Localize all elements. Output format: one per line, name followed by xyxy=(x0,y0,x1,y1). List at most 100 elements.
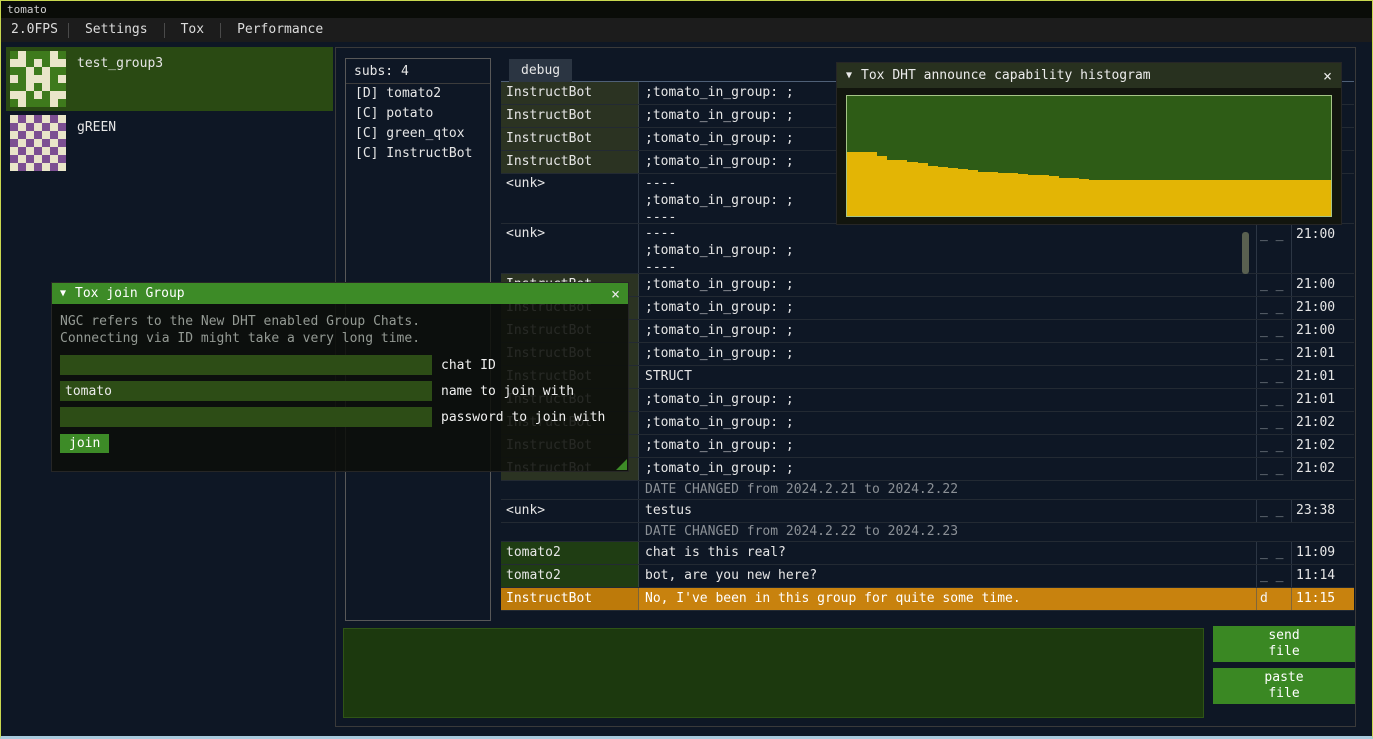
message-input[interactable] xyxy=(343,628,1204,718)
histogram-bar xyxy=(1180,180,1190,216)
join-group-body: NGC refers to the New DHT enabled Group … xyxy=(52,304,628,471)
message-text: bot, are you new here? xyxy=(639,565,1257,587)
member-item[interactable]: [C] InstructBot xyxy=(346,144,490,164)
join-group-window: ▼ Tox join Group × NGC refers to the New… xyxy=(51,282,629,472)
close-icon[interactable]: × xyxy=(611,285,620,303)
histogram-bar xyxy=(1099,180,1109,216)
delivery-flags: _ _ xyxy=(1257,389,1292,411)
histogram-bar xyxy=(928,166,938,216)
sender-name: InstructBot xyxy=(501,151,639,173)
chat-scrollbar-thumb[interactable] xyxy=(1242,232,1249,274)
group-name: test_group3 xyxy=(77,56,163,71)
delivery-flags: _ _ xyxy=(1257,500,1292,522)
timestamp: 21:01 xyxy=(1292,366,1351,388)
join-name-label: name to join with xyxy=(441,384,574,399)
sender-name: InstructBot xyxy=(501,82,639,104)
timestamp: 11:14 xyxy=(1292,565,1351,587)
delivery-flags: _ _ xyxy=(1257,224,1292,273)
histogram-bar xyxy=(1240,180,1250,216)
message-text: chat is this real? xyxy=(639,542,1257,564)
message-text: ----;tomato_in_group: ;---- xyxy=(639,224,1257,273)
timestamp: 11:09 xyxy=(1292,542,1351,564)
join-password-label: password to join with xyxy=(441,410,605,425)
histogram-bar xyxy=(1059,178,1069,216)
delivery-flags: _ _ xyxy=(1257,274,1292,296)
message-text: ;tomato_in_group: ; xyxy=(639,274,1257,296)
histogram-bar xyxy=(1089,180,1099,216)
sender-name: tomato2 xyxy=(501,542,639,564)
timestamp: 21:02 xyxy=(1292,458,1351,480)
dht-histogram-titlebar[interactable]: ▼ Tox DHT announce capability histogram … xyxy=(837,63,1341,88)
menu-item-settings[interactable]: Settings xyxy=(69,18,164,42)
message-row[interactable]: tomato2bot, are you new here?_ _11:14 xyxy=(501,565,1354,588)
menu-item-performance[interactable]: Performance xyxy=(221,18,339,42)
collapse-arrow-icon[interactable]: ▼ xyxy=(60,288,66,299)
member-item[interactable]: [C] potato xyxy=(346,104,490,124)
menu-item-tox[interactable]: Tox xyxy=(165,18,220,42)
histogram-bar xyxy=(907,162,917,216)
histogram-bar xyxy=(1321,180,1331,216)
histogram-bar xyxy=(1038,175,1048,216)
member-item[interactable]: [C] green_qtox xyxy=(346,124,490,144)
sender-name: InstructBot xyxy=(501,105,639,127)
message-row[interactable]: tomato2chat is this real?_ _11:09 xyxy=(501,542,1354,565)
histogram-bar xyxy=(1260,180,1270,216)
histogram-bar xyxy=(1230,180,1240,216)
delivery-flags: d xyxy=(1257,588,1292,610)
tab-debug[interactable]: debug xyxy=(509,59,572,82)
histogram-bar xyxy=(1119,180,1129,216)
histogram-plot xyxy=(846,95,1332,217)
delivery-flags: _ _ xyxy=(1257,412,1292,434)
join-password-input[interactable] xyxy=(60,407,432,427)
histogram-bar xyxy=(1069,178,1079,216)
timestamp: 21:00 xyxy=(1292,224,1351,273)
group-list: test_group3 gREEN xyxy=(6,47,333,175)
join-button[interactable]: join xyxy=(60,434,109,453)
group-avatar xyxy=(10,51,66,107)
member-item[interactable]: [D] tomato2 xyxy=(346,84,490,104)
histogram-bar xyxy=(1149,180,1159,216)
message-row[interactable]: InstructBotNo, I've been in this group f… xyxy=(501,588,1354,611)
group-item-test_group3[interactable]: test_group3 xyxy=(6,47,333,111)
date-changed-text: DATE CHANGED from 2024.2.21 to 2024.2.22 xyxy=(639,481,1354,499)
histogram-bar xyxy=(1280,180,1290,216)
histogram-bar xyxy=(1200,180,1210,216)
timestamp: 21:01 xyxy=(1292,343,1351,365)
histogram-bar xyxy=(1129,180,1139,216)
timestamp: 11:15 xyxy=(1292,588,1351,610)
histogram-bar xyxy=(1018,174,1028,216)
join-group-titlebar[interactable]: ▼ Tox join Group × xyxy=(52,283,628,304)
histogram-bar xyxy=(1008,173,1018,216)
timestamp: 21:00 xyxy=(1292,274,1351,296)
histogram-bar xyxy=(1220,180,1230,216)
histogram-bar xyxy=(948,168,958,216)
histogram-bar xyxy=(877,156,887,216)
histogram-bar xyxy=(1311,180,1321,216)
histogram-bar xyxy=(867,152,877,216)
chat-id-input[interactable] xyxy=(60,355,432,375)
timestamp: 21:00 xyxy=(1292,320,1351,342)
paste-file-button[interactable]: paste file xyxy=(1213,668,1355,704)
member-list: [D] tomato2[C] potato[C] green_qtox[C] I… xyxy=(346,84,490,164)
collapse-arrow-icon[interactable]: ▼ xyxy=(846,70,852,81)
send-file-button[interactable]: send file xyxy=(1213,626,1355,662)
fps-indicator: 2.0FPS xyxy=(1,18,68,42)
group-item-gREEN[interactable]: gREEN xyxy=(6,111,333,175)
join-name-input[interactable] xyxy=(60,381,432,401)
histogram-bar xyxy=(1049,176,1059,216)
message-row[interactable]: <unk>----;tomato_in_group: ;----_ _21:00 xyxy=(501,224,1354,274)
histogram-bar xyxy=(1301,180,1311,216)
histogram-bar xyxy=(857,152,867,216)
message-text: ;tomato_in_group: ; xyxy=(639,458,1257,480)
sender-name: <unk> xyxy=(501,500,639,522)
histogram-bar xyxy=(918,163,928,216)
message-text: STRUCT xyxy=(639,366,1257,388)
histogram-bar xyxy=(1190,180,1200,216)
histogram-bar xyxy=(1109,180,1119,216)
resize-grip[interactable] xyxy=(616,459,627,470)
message-row[interactable]: <unk>testus_ _23:38 xyxy=(501,500,1354,523)
message-text: ;tomato_in_group: ; xyxy=(639,343,1257,365)
message-text: ;tomato_in_group: ; xyxy=(639,412,1257,434)
sender-name: InstructBot xyxy=(501,588,639,610)
close-icon[interactable]: × xyxy=(1323,67,1332,85)
